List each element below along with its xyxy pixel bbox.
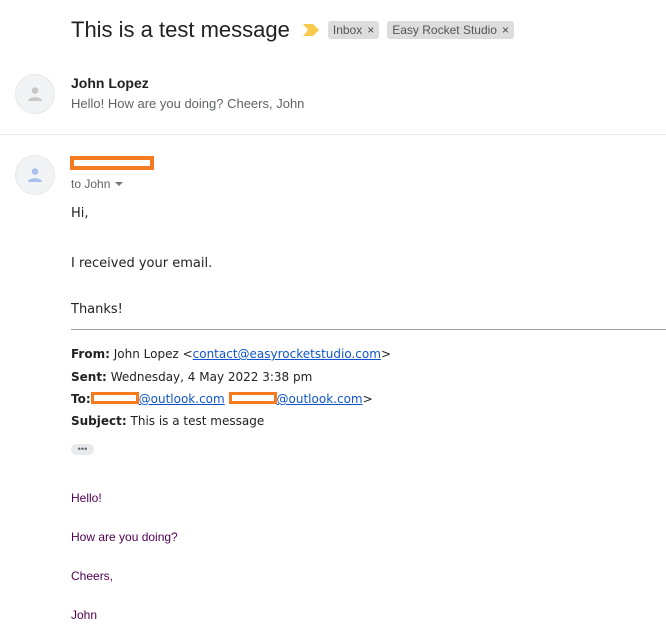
sent-value: Wednesday, 4 May 2022 3:38 pm [110,370,313,384]
label-chip-easy-rocket-studio: Easy Rocket Studio × [387,21,514,39]
email-redacted [228,392,277,404]
sent-label: Sent: [71,370,107,384]
from-label: From: [71,347,110,361]
quoted-subject: Subject: This is a test message [71,414,264,428]
from-close: > [380,347,391,361]
sender-name: John Lopez [71,75,149,91]
avatar [15,74,55,114]
subject-value: This is a test message [130,414,265,428]
subject-label: Subject: [71,414,127,428]
quoted-sent: Sent: Wednesday, 4 May 2022 3:38 pm [71,370,312,384]
quoted-line: Hello! [71,491,102,505]
body-line: I received your email. [71,256,213,271]
person-icon [28,87,42,101]
label-chip-inbox: Inbox × [327,21,380,39]
body-line: Thanks! [71,302,123,317]
from-name: John Lopez < [113,347,193,361]
email-redacted [90,392,139,404]
collapsed-message[interactable]: John Lopez Hello! How are you doing? Che… [0,60,666,135]
quoted-to: To: @outlook.com @outlook.com> [71,392,373,406]
avatar [15,155,55,195]
sender-name-redacted [70,156,154,170]
thread-subject: This is a test message [71,17,290,42]
to-email-link[interactable]: @outlook.com [139,392,225,406]
recipients-dropdown[interactable]: to John [71,177,124,191]
body-line: Hi, [71,206,89,221]
to-label: To: [71,392,91,406]
from-email-link[interactable]: contact@easyrocketstudio.com [193,347,381,361]
show-trimmed-content-button[interactable]: ••• [71,444,94,455]
message-snippet: Hello! How are you doing? Cheers, John [71,96,305,111]
quoted-from: From: John Lopez <contact@easyrocketstud… [71,347,391,361]
importance-marker-icon[interactable] [302,23,320,37]
remove-label-icon[interactable]: × [367,23,374,37]
quoted-line: John [71,608,98,622]
remove-label-icon[interactable]: × [502,23,509,37]
quoted-divider [71,329,666,330]
recipients-label: to John [71,177,111,191]
to-email-link[interactable]: @outlook.com [277,392,363,406]
label-name: Inbox [332,23,363,37]
quoted-line: How are you doing? [71,530,178,544]
quoted-line: Cheers, [71,569,114,583]
person-icon [28,168,42,182]
thread-header: This is a test message Inbox × Easy Rock… [71,17,514,43]
label-name: Easy Rocket Studio [392,23,497,37]
chevron-down-icon [115,182,124,186]
to-close: > [362,392,373,406]
